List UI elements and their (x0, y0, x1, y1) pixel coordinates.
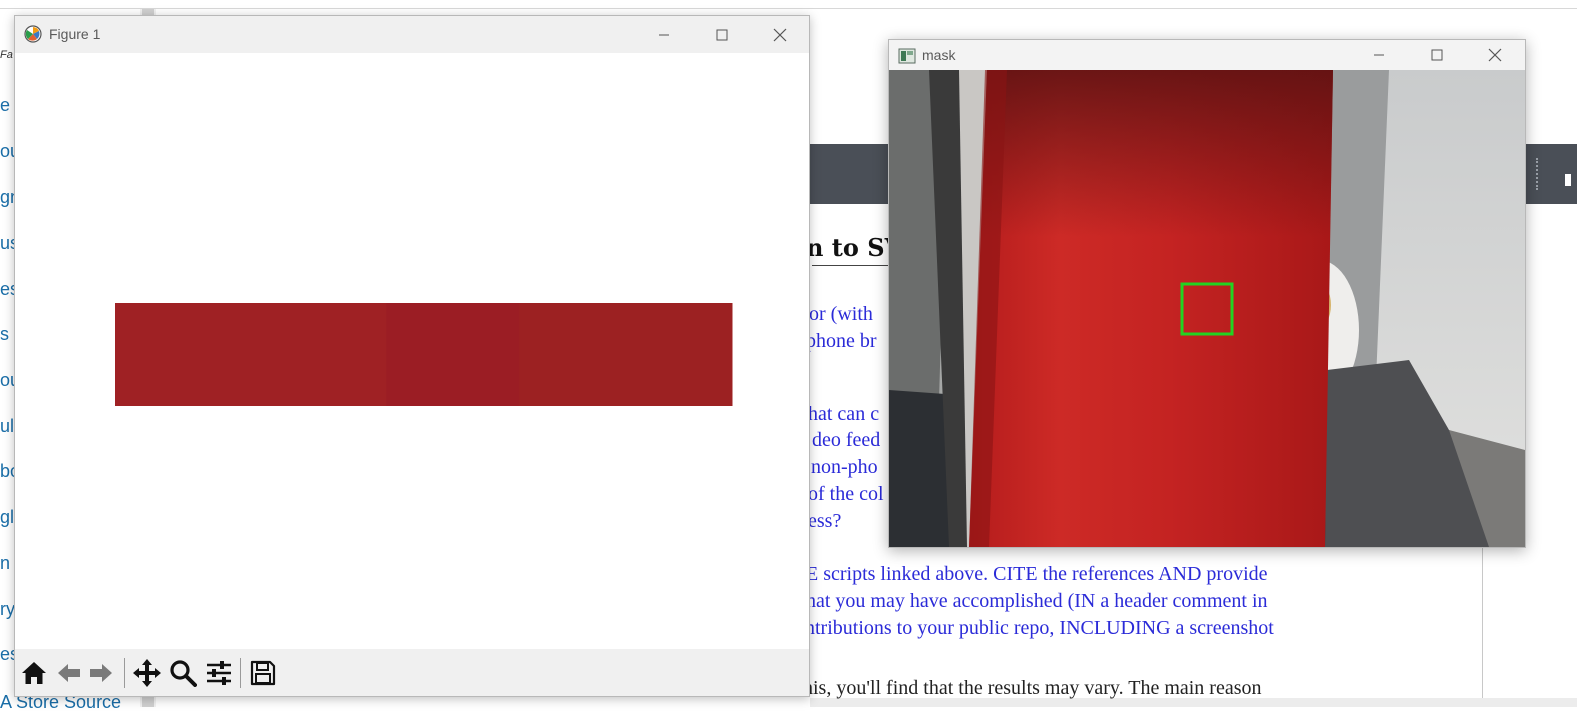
close-button[interactable] (757, 16, 803, 53)
pdf-heading-underline (812, 265, 890, 266)
minimize-icon (1374, 54, 1384, 56)
sidebar-link[interactable]: n (0, 553, 10, 574)
sidebar-link[interactable]: ry (0, 599, 15, 620)
pdf-text-line: non-pho (811, 456, 878, 478)
zoom-magnifier-icon (170, 660, 197, 687)
sidebar-link[interactable]: e (0, 95, 10, 116)
sidebar-link[interactable]: ul (0, 416, 14, 437)
camera-frame-image (889, 70, 1525, 547)
pdf-text-line: or (with (809, 303, 873, 325)
sidebar-favorites-label: Fa (0, 49, 13, 61)
pdf-text-line: E scripts linked above. CITE the referen… (806, 563, 1268, 585)
pdf-text-line: phone br (806, 330, 877, 352)
pdf-text-line: hat can c (808, 403, 880, 425)
close-icon (1488, 48, 1502, 62)
maximize-button[interactable] (1414, 40, 1460, 70)
home-icon (22, 662, 46, 684)
zoom-button[interactable] (167, 658, 199, 688)
color-bar-plot (115, 303, 733, 406)
pdf-text-line: ntributions to your public repo, INCLUDI… (805, 617, 1274, 639)
matplotlib-app-icon (24, 25, 42, 43)
navigation-toolbar (15, 649, 809, 696)
opencv-window-icon (898, 48, 916, 64)
home-button[interactable] (18, 658, 50, 688)
color-bar-segment (519, 303, 733, 406)
dominant-color-bar (115, 303, 733, 406)
save-button[interactable] (247, 658, 279, 688)
figure-titlebar[interactable]: Figure 1 (15, 16, 809, 53)
figure-window[interactable]: Figure 1 (14, 15, 810, 697)
color-bar-segment (115, 303, 387, 406)
forward-button[interactable] (85, 658, 117, 688)
configure-subplots-button[interactable] (203, 658, 235, 688)
mask-window[interactable]: mask (888, 39, 1526, 548)
mask-window-title: mask (922, 47, 956, 63)
back-button[interactable] (53, 658, 85, 688)
pdf-text-line: deo feed (812, 429, 881, 451)
maximize-icon (1431, 49, 1443, 61)
pdf-text-line: of the col (808, 483, 884, 505)
minimize-button[interactable] (1356, 40, 1402, 70)
maximize-icon (716, 29, 728, 40)
figure-canvas[interactable] (15, 53, 809, 649)
mask-titlebar[interactable]: mask (889, 40, 1525, 70)
figure-window-title: Figure 1 (49, 26, 101, 42)
color-bar-segment (386, 303, 520, 406)
close-icon (773, 28, 787, 41)
back-arrow-icon (58, 664, 80, 682)
toolbar-separator (240, 658, 241, 688)
configure-subplots-icon (207, 661, 231, 685)
pan-move-icon (133, 659, 161, 687)
minimize-icon (659, 34, 669, 35)
pdf-text-line: his, you'll find that the results may va… (803, 677, 1262, 699)
save-disk-icon (250, 660, 276, 686)
close-button[interactable] (1472, 40, 1518, 70)
browser-top-edge (0, 0, 1577, 9)
pdf-text-line: ess? (808, 510, 842, 532)
forward-arrow-icon (90, 664, 112, 682)
camera-feed[interactable] (889, 70, 1525, 547)
minimize-button[interactable] (641, 16, 687, 53)
pdf-text-line: hat you may have accomplished (IN a head… (806, 590, 1268, 612)
toolbar-separator (124, 658, 125, 688)
maximize-button[interactable] (699, 16, 745, 53)
sidebar-link[interactable]: s (0, 324, 9, 345)
pan-button[interactable] (131, 658, 163, 688)
